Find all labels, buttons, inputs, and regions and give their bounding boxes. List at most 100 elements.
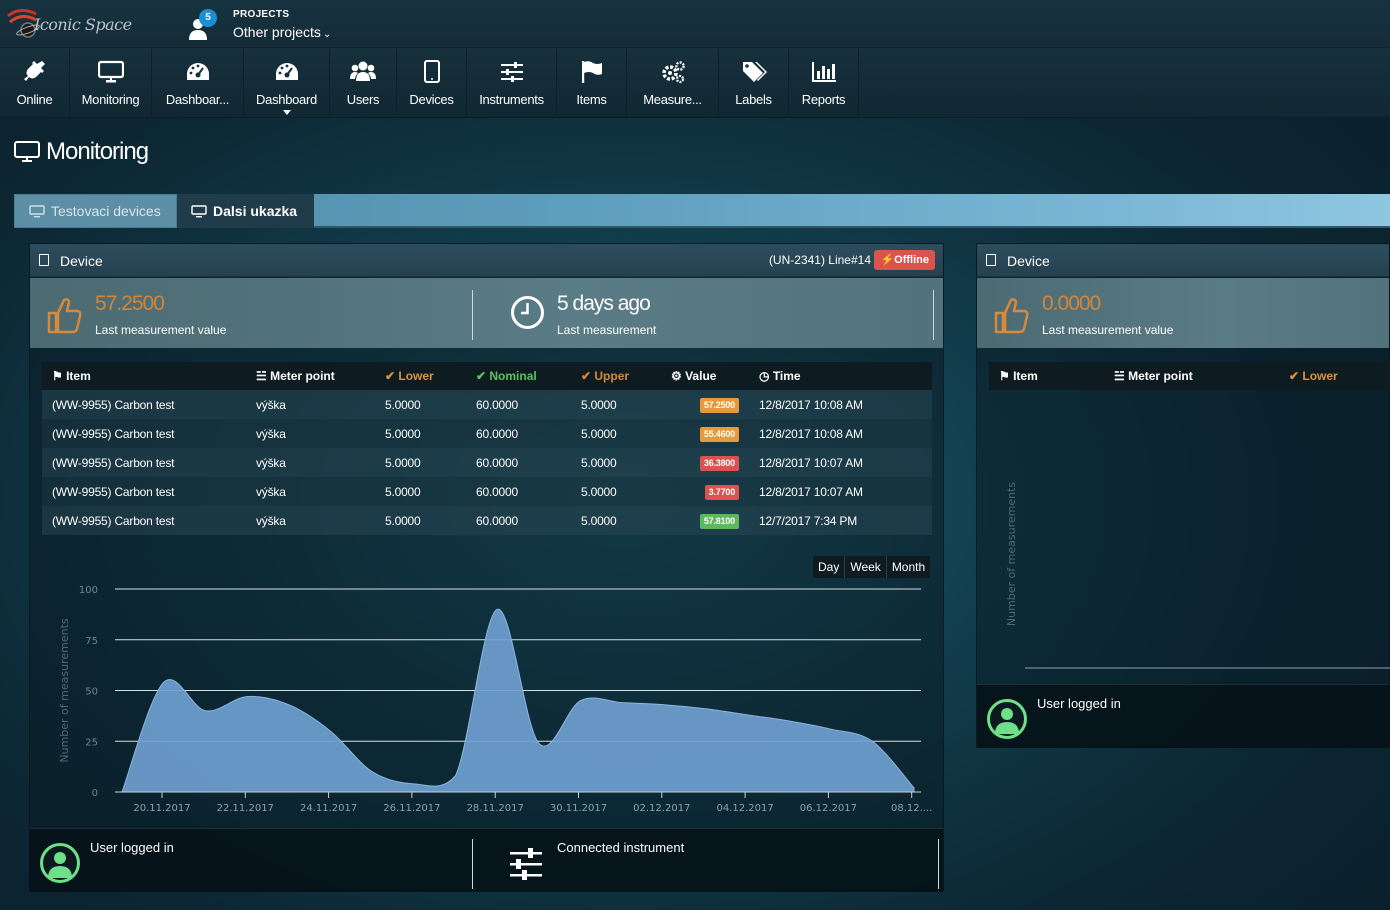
user-logged-in-label: User logged in (1037, 696, 1121, 711)
notification-badge[interactable]: 5 (199, 9, 217, 27)
x-tick-label: 28.11.2017 (467, 803, 524, 814)
nav-item-dashboard[interactable]: Dashboard (244, 48, 330, 118)
user-icon (48, 852, 72, 878)
last-value-label: Last measurement value (1042, 323, 1174, 337)
value-badge: 3.7700 (704, 484, 739, 500)
nav-item-instruments[interactable]: Instruments (467, 48, 557, 118)
tab-label: Testovaci devices (51, 203, 161, 219)
nav-item-online[interactable]: Online (0, 48, 70, 118)
table-row[interactable]: (WW-9955) Carbon test výška 5.0000 60.0000 5… (42, 477, 932, 506)
device-header: Device (UN-2341) Line#14 ⚡Offline (30, 244, 943, 277)
nav-label: Dashboar... (165, 92, 230, 107)
tab-label: Dalsi ukazka (213, 203, 298, 219)
col-upper[interactable]: ✔ Upper (571, 362, 661, 390)
cell-time: 12/8/2017 10:07 AM (749, 448, 932, 477)
col-label: Meter point (1128, 369, 1193, 383)
user-icon (995, 708, 1019, 734)
cell-upper: 5.0000 (571, 477, 661, 506)
y-tick-label: 25 (85, 737, 98, 748)
nav-label: Monitoring (81, 92, 140, 107)
device-stats: 57.2500 Last measurement value 5 days ag… (30, 278, 943, 348)
nav-item-users[interactable]: Users (330, 48, 397, 118)
nav-item-devices[interactable]: Devices (397, 48, 467, 118)
thumbs-up-icon (47, 298, 82, 334)
last-value: 57.2500 (95, 292, 165, 315)
col-label: Value (685, 369, 717, 383)
table-row[interactable]: (WW-9955) Carbon test výška 5.0000 60.0000 5… (42, 448, 932, 477)
col-label: Lower (398, 369, 434, 383)
col-lower[interactable]: ✔ Lower (375, 362, 466, 390)
empty-chart: Number of measurements (1005, 482, 1390, 669)
cell-time: 12/8/2017 10:07 AM (749, 477, 932, 506)
dashboard-icon (275, 63, 298, 80)
x-tick-label: 04.12.2017 (716, 803, 773, 814)
footer-divider (472, 839, 473, 889)
status-badge: ⚡Offline (874, 250, 935, 270)
brand-name: Iconic Space (34, 15, 132, 34)
top-bar: Iconic Space 5 PROJECTS Other projects ⌄ (0, 0, 1390, 48)
y-tick-label: 50 (85, 687, 98, 698)
col-label: Item (1013, 369, 1038, 383)
cell-value: 57.8100 (661, 506, 749, 535)
nav-label: Labels (735, 92, 772, 107)
nav-item-labels[interactable]: Labels (719, 48, 789, 118)
x-tick-label: 24.11.2017 (300, 803, 357, 814)
y-tick-label: 0 (92, 788, 98, 799)
caret-down-icon (282, 110, 291, 115)
cell-item: (WW-9955) Carbon test (42, 419, 246, 448)
cell-meter-point: výška (246, 477, 375, 506)
col-item[interactable]: ⚑ Item (989, 362, 1104, 390)
projects-label: PROJECTS (233, 9, 290, 20)
tab-testovaci-devices[interactable]: Testovaci devices (14, 194, 177, 228)
last-value: 0.0000 (1042, 292, 1101, 315)
col-meter-point[interactable]: ☱ Meter point (1104, 362, 1279, 390)
tab-dalsi-ukazka[interactable]: Dalsi ukazka (177, 194, 314, 228)
table-row[interactable]: (WW-9955) Carbon test výška 5.0000 60.0000 5… (42, 390, 932, 419)
x-tick-label: 26.11.2017 (383, 803, 440, 814)
value-badge: 55.4600 (699, 426, 739, 442)
y-tick-label: 100 (79, 585, 98, 596)
value-badge: 36.3800 (699, 455, 739, 471)
avatar (987, 699, 1027, 739)
nav-item-monitoring[interactable]: Monitoring (70, 48, 152, 118)
cell-meter-point: výška (246, 506, 375, 535)
cell-lower: 5.0000 (375, 448, 466, 477)
cell-nominal: 60.0000 (466, 448, 571, 477)
value-badge: 57.2500 (699, 397, 739, 413)
projects-dropdown[interactable]: Other projects ⌄ (233, 24, 331, 40)
footer-divider (938, 839, 939, 889)
main-nav: Online Monitoring Dashboar... Dashboard … (0, 48, 1390, 118)
table-header-row: ⚑ Item ☱ Meter point ✔ Lower (989, 362, 1390, 390)
cell-meter-point: výška (246, 448, 375, 477)
gears-icon (661, 61, 685, 84)
chevron-down-icon: ⌄ (322, 29, 332, 40)
avatar (40, 843, 80, 883)
col-label: Nominal (489, 369, 537, 383)
cell-lower: 5.0000 (375, 477, 466, 506)
table-row[interactable]: (WW-9955) Carbon test výška 5.0000 60.0000 5… (42, 419, 932, 448)
col-meter-point[interactable]: ☱ Meter point (246, 362, 375, 390)
col-lower[interactable]: ✔ Lower (1279, 362, 1390, 390)
page-title: Monitoring (14, 138, 149, 166)
cell-upper: 5.0000 (571, 506, 661, 535)
nav-item-items[interactable]: Items (557, 48, 627, 118)
col-time[interactable]: ◷ Time (749, 362, 932, 390)
col-label: Upper (594, 369, 630, 383)
value-badge: 57.8100 (699, 513, 739, 529)
table-row[interactable]: (WW-9955) Carbon test výška 5.0000 60.0000 5… (42, 506, 932, 535)
col-item[interactable]: ⚑ Item (42, 362, 246, 390)
nav-item-measurements[interactable]: Measure... (627, 48, 719, 118)
table-body: (WW-9955) Carbon test výška 5.0000 60.0000 5… (42, 390, 932, 535)
nav-item-dashboards[interactable]: Dashboar... (152, 48, 244, 118)
nav-item-reports[interactable]: Reports (789, 48, 859, 118)
device-stats: 0.0000 Last measurement value (977, 278, 1389, 348)
stat-last-time: 5 days ago Last measurement (473, 278, 933, 348)
x-tick-label: 22.11.2017 (217, 803, 274, 814)
col-nominal[interactable]: ✔ Nominal (466, 362, 571, 390)
last-time: 5 days ago (557, 292, 651, 315)
y-tick-label: 75 (85, 636, 98, 647)
x-tick-label: 02.12.2017 (633, 803, 690, 814)
col-value[interactable]: ⚙ Value (661, 362, 749, 390)
x-tick-label: 08.12.... (891, 803, 932, 814)
cell-lower: 5.0000 (375, 506, 466, 535)
